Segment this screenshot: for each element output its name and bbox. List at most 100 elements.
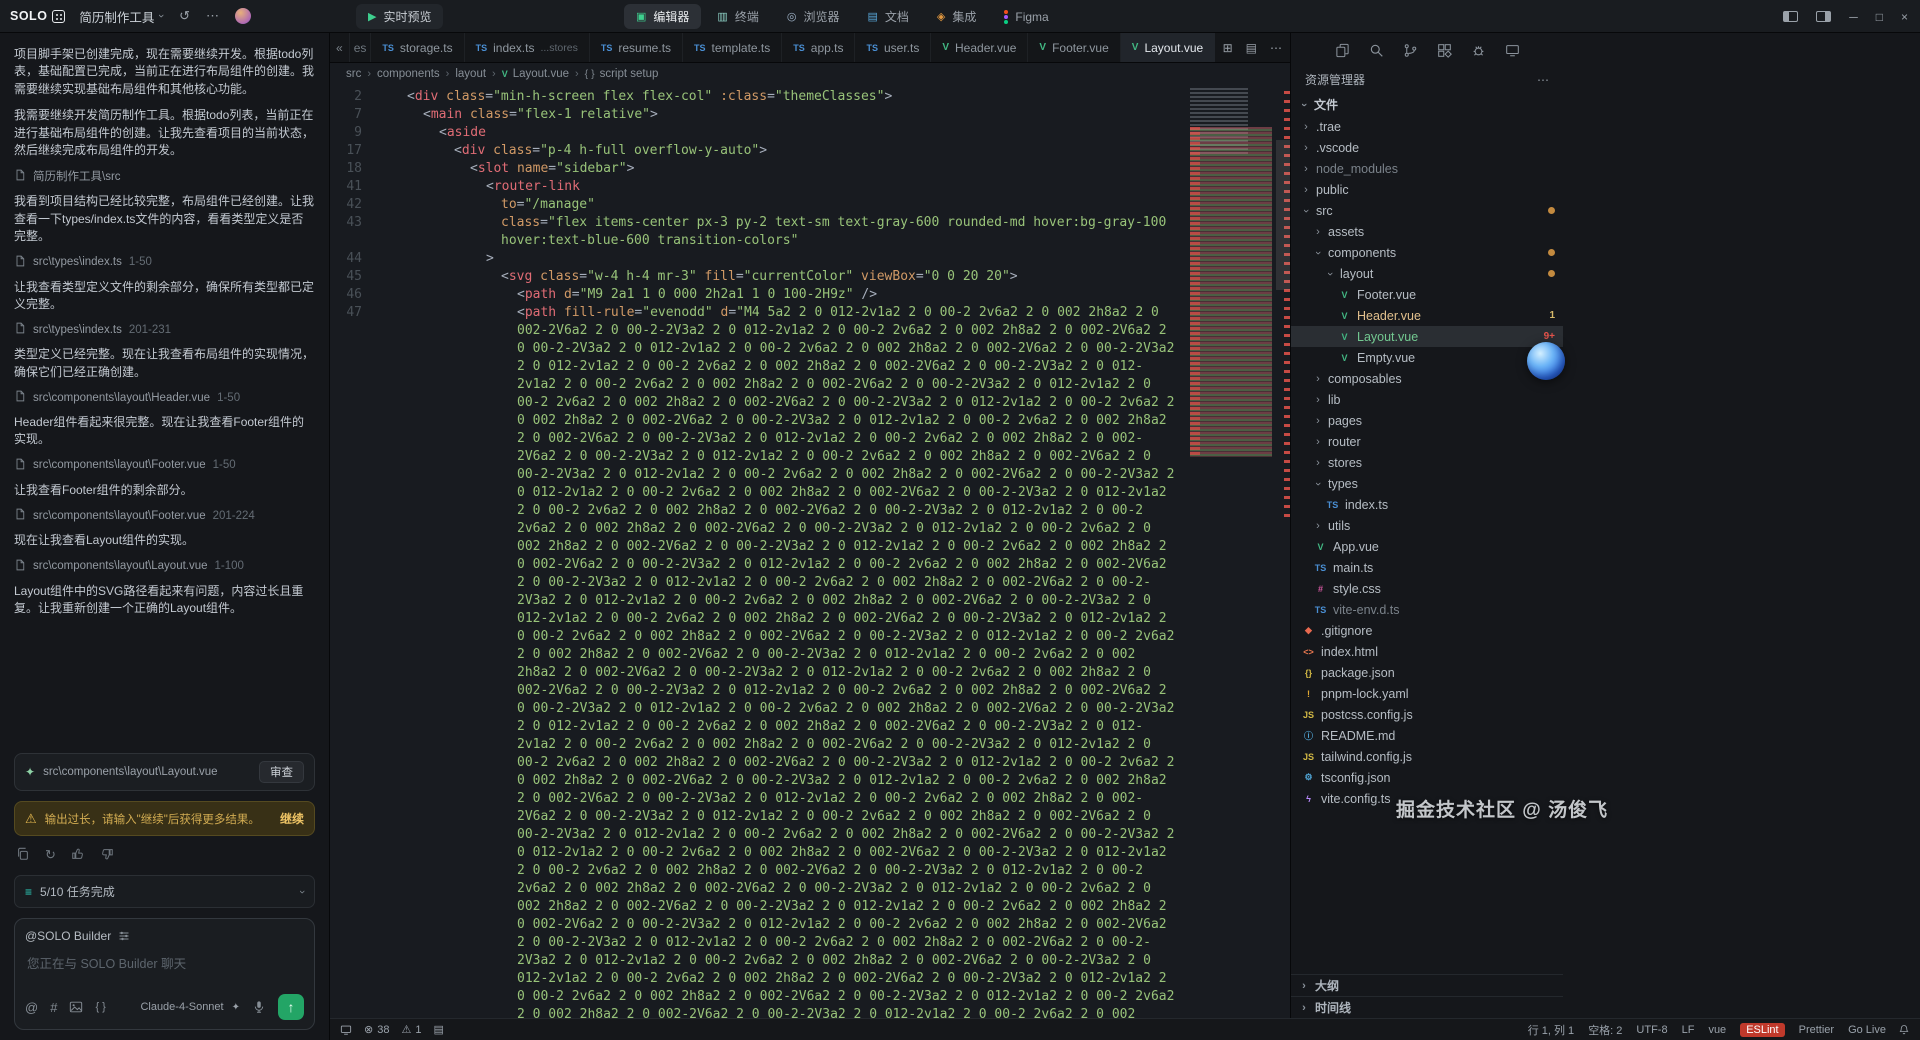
tree-file-tailwind.config.js[interactable]: JStailwind.config.js: [1291, 746, 1563, 767]
split-editor-icon[interactable]: ⊞: [1223, 41, 1233, 55]
mention-icon[interactable]: @: [25, 1000, 38, 1015]
problems-errors[interactable]: ⊗38: [364, 1023, 389, 1036]
file-reference-chip[interactable]: src\components\layout\Footer.vue201-224: [14, 508, 315, 523]
editor-tab-storage.ts[interactable]: TSstorage.ts: [371, 33, 464, 62]
tree-folder-src[interactable]: ›src: [1291, 200, 1563, 221]
code-text[interactable]: class="flex items-center px-3 py-2 text-…: [376, 214, 1178, 250]
tree-file-.gitignore[interactable]: ◆.gitignore: [1291, 620, 1563, 641]
code-braces-icon[interactable]: { }: [95, 1001, 105, 1013]
file-reference-chip[interactable]: src\components\layout\Header.vue1-50: [14, 390, 315, 405]
editor-tab-Footer.vue[interactable]: VFooter.vue: [1028, 33, 1120, 62]
line-number[interactable]: 2: [330, 88, 376, 106]
chat-input-placeholder[interactable]: 您正在与 SOLO Builder 聊天: [27, 953, 302, 972]
code-text[interactable]: <main class="flex-1 relative">: [376, 106, 1178, 124]
continue-button[interactable]: 继续: [280, 810, 304, 827]
avatar[interactable]: [235, 8, 251, 24]
topbar-tab-Figma[interactable]: Figma: [992, 4, 1060, 29]
line-number[interactable]: 9: [330, 124, 376, 142]
solo-logo[interactable]: SOLO: [10, 9, 65, 23]
ai-assistant-ball[interactable]: [1527, 342, 1565, 380]
files-icon[interactable]: [1335, 43, 1350, 58]
project-title-dropdown[interactable]: 简历制作工具 ›: [79, 7, 163, 26]
line-number[interactable]: 7: [330, 106, 376, 124]
file-reference-chip[interactable]: src\types\index.ts201-231: [14, 322, 315, 337]
line-number[interactable]: 42: [330, 196, 376, 214]
hashtag-icon[interactable]: #: [50, 1000, 57, 1015]
mic-icon[interactable]: [252, 1000, 266, 1014]
tree-folder-.vscode[interactable]: ›.vscode: [1291, 137, 1563, 158]
breadcrumb-item-Layout.vue[interactable]: VLayout.vue: [502, 68, 569, 80]
line-number[interactable]: 18: [330, 160, 376, 178]
status-vue[interactable]: vue: [1708, 1024, 1726, 1036]
file-reference-chip[interactable]: src\components\layout\Footer.vue1-50: [14, 458, 315, 473]
thumbs-up-icon[interactable]: [71, 847, 85, 863]
editor-tab-Header.vue[interactable]: VHeader.vue: [931, 33, 1028, 62]
chat-message-list[interactable]: 项目脚手架已创建完成，现在需要继续开发。根据todo列表，基础配置已完成，当前正…: [14, 37, 315, 749]
topbar-tab-终端[interactable]: ▥终端: [705, 4, 770, 29]
tree-folder-router[interactable]: ›router: [1291, 431, 1563, 452]
tree-file-index.html[interactable]: <>index.html: [1291, 641, 1563, 662]
code-text[interactable]: <router-link: [376, 178, 1178, 196]
line-number[interactable]: 45: [330, 268, 376, 286]
code-text[interactable]: >: [376, 250, 1178, 268]
editor-tab-resume.ts[interactable]: TSresume.ts: [590, 33, 683, 62]
minimize-button[interactable]: ─: [1849, 10, 1858, 24]
more-icon[interactable]: ⋯: [206, 8, 219, 24]
editor-tab-index.ts[interactable]: TSindex.ts...stores: [465, 33, 590, 62]
status-go-live[interactable]: Go Live: [1848, 1024, 1886, 1036]
problems-warnings[interactable]: ⚠1: [401, 1023, 421, 1036]
editor-tab-app.ts[interactable]: TSapp.ts: [782, 33, 855, 62]
regenerate-icon[interactable]: ↻: [45, 847, 56, 863]
tree-file-tsconfig.json[interactable]: ⚙tsconfig.json: [1291, 767, 1563, 788]
code-text[interactable]: <svg class="w-4 h-4 mr-3" fill="currentC…: [376, 268, 1178, 286]
tree-folder-components[interactable]: ›components: [1291, 242, 1563, 263]
remote-window-icon[interactable]: [1505, 43, 1520, 58]
explorer-more-icon[interactable]: ⋯: [1537, 73, 1549, 87]
tree-file-Footer.vue[interactable]: VFooter.vue: [1291, 284, 1563, 305]
topbar-tab-浏览器[interactable]: ◎浏览器: [775, 4, 852, 29]
tab-live-preview[interactable]: ▶ 实时预览: [356, 4, 443, 29]
tree-file-Empty.vue[interactable]: VEmpty.vue: [1291, 347, 1563, 368]
file-reference-chip[interactable]: src\types\index.ts1-50: [14, 255, 315, 270]
line-number[interactable]: 44: [330, 250, 376, 268]
status-lf[interactable]: LF: [1682, 1024, 1695, 1036]
editor-tab-user.ts[interactable]: TSuser.ts: [855, 33, 931, 62]
editor-tab-es[interactable]: es: [350, 33, 372, 62]
breadcrumb-item-src[interactable]: src: [346, 68, 361, 80]
search-icon[interactable]: [1369, 43, 1384, 58]
breadcrumb-item-components[interactable]: components: [377, 68, 440, 80]
code-text[interactable]: <div class="p-4 h-full overflow-y-auto">: [376, 142, 1178, 160]
remote-status-icon[interactable]: [340, 1024, 352, 1036]
tab-scroll-left-icon[interactable]: «: [330, 33, 350, 62]
tree-folder-lib[interactable]: ›lib: [1291, 389, 1563, 410]
status-prettier[interactable]: Prettier: [1799, 1024, 1834, 1036]
source-control-icon[interactable]: [1403, 43, 1418, 58]
tree-file-index.ts[interactable]: TSindex.ts: [1291, 494, 1563, 515]
explorer-section-files[interactable]: › 文件: [1291, 93, 1563, 116]
close-button[interactable]: ×: [1901, 10, 1908, 24]
outline-section[interactable]: › 大纲: [1291, 974, 1563, 996]
tree-folder-stores[interactable]: ›stores: [1291, 452, 1563, 473]
toggle-right-panel-icon[interactable]: [1816, 11, 1831, 22]
topbar-tab-集成[interactable]: ◈集成: [925, 4, 988, 29]
tree-file-README.md[interactable]: ⓘREADME.md: [1291, 725, 1563, 746]
line-number[interactable]: 17: [330, 142, 376, 160]
tree-folder-layout[interactable]: ›layout: [1291, 263, 1563, 284]
tree-file-App.vue[interactable]: VApp.vue: [1291, 536, 1563, 557]
breadcrumb-item-layout[interactable]: layout: [455, 68, 486, 80]
chat-input-box[interactable]: @SOLO Builder 您正在与 SOLO Builder 聊天 @ # {…: [14, 918, 315, 1030]
review-file-row[interactable]: ✦ src\components\layout\Layout.vue 审查: [14, 753, 315, 791]
minimap[interactable]: [1186, 85, 1276, 1018]
tree-folder-utils[interactable]: ›utils: [1291, 515, 1563, 536]
code-text[interactable]: <slot name="sidebar">: [376, 160, 1178, 178]
tree-folder-types[interactable]: ›types: [1291, 473, 1563, 494]
tree-file-Header.vue[interactable]: VHeader.vue1: [1291, 305, 1563, 326]
file-reference-chip[interactable]: 简历制作工具\src: [14, 168, 315, 184]
chevron-down-icon[interactable]: ›: [296, 890, 308, 894]
editor-scrollbar-thumb[interactable]: [1276, 140, 1290, 290]
review-button[interactable]: 审查: [259, 761, 304, 783]
tree-file-style.css[interactable]: #style.css: [1291, 578, 1563, 599]
timeline-section[interactable]: › 时间线: [1291, 996, 1563, 1018]
task-progress-bar[interactable]: ≡ 5/10 任务完成 ›: [14, 875, 315, 908]
tree-file-pnpm-lock.yaml[interactable]: !pnpm-lock.yaml: [1291, 683, 1563, 704]
